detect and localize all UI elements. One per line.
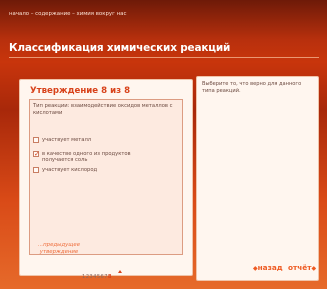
- page-number[interactable]: 1: [82, 274, 85, 280]
- page-title: Классификация химических реакций: [9, 42, 231, 54]
- prev-link-line2: утверждение: [39, 248, 79, 255]
- instruction-text: Выберите то, что верно для данного типа …: [202, 81, 302, 94]
- page-number[interactable]: 5: [97, 274, 100, 280]
- back-button[interactable]: ◆назад: [253, 263, 283, 272]
- report-arrow-icon: ◆: [311, 265, 317, 272]
- report-button[interactable]: отчёт◆: [288, 263, 316, 272]
- statement-panel: Утверждение 8 из 8 Тип реакции: взаимоде…: [19, 79, 193, 280]
- report-label: отчёт: [288, 263, 312, 272]
- previous-statement-link[interactable]: ...предыдущее утверждение: [38, 242, 80, 255]
- prev-link-line1: ...предыдущее: [38, 242, 81, 248]
- current-page-marker-icon: [118, 270, 122, 273]
- breadcrumb[interactable]: начало – содержание – химия вокруг нас: [9, 11, 126, 17]
- instruction-panel: Выберите то, что верно для данного типа …: [196, 76, 319, 281]
- page-number[interactable]: 4: [93, 274, 96, 280]
- checkbox-oxygen[interactable]: [33, 167, 39, 173]
- checkbox-metal[interactable]: [33, 137, 39, 143]
- option-label: участвует кислород: [42, 167, 98, 173]
- back-label: назад: [257, 263, 283, 272]
- page-numbers: 12345678: [82, 263, 112, 282]
- question-box: Тип реакции: взаимодействие оксидов мета…: [29, 99, 183, 255]
- page-number-current[interactable]: 8: [108, 274, 112, 280]
- option-label: участвует металл: [42, 137, 92, 143]
- title-divider: [9, 57, 319, 58]
- checkbox-salt[interactable]: ✓: [33, 150, 40, 158]
- statement-heading: Утверждение 8 из 8: [30, 86, 131, 96]
- check-icon: ✓: [34, 150, 40, 158]
- question-text: Тип реакции: взаимодействие оксидов мета…: [33, 103, 173, 116]
- option-label: в качестве одного из продуктов получаетс…: [42, 151, 131, 163]
